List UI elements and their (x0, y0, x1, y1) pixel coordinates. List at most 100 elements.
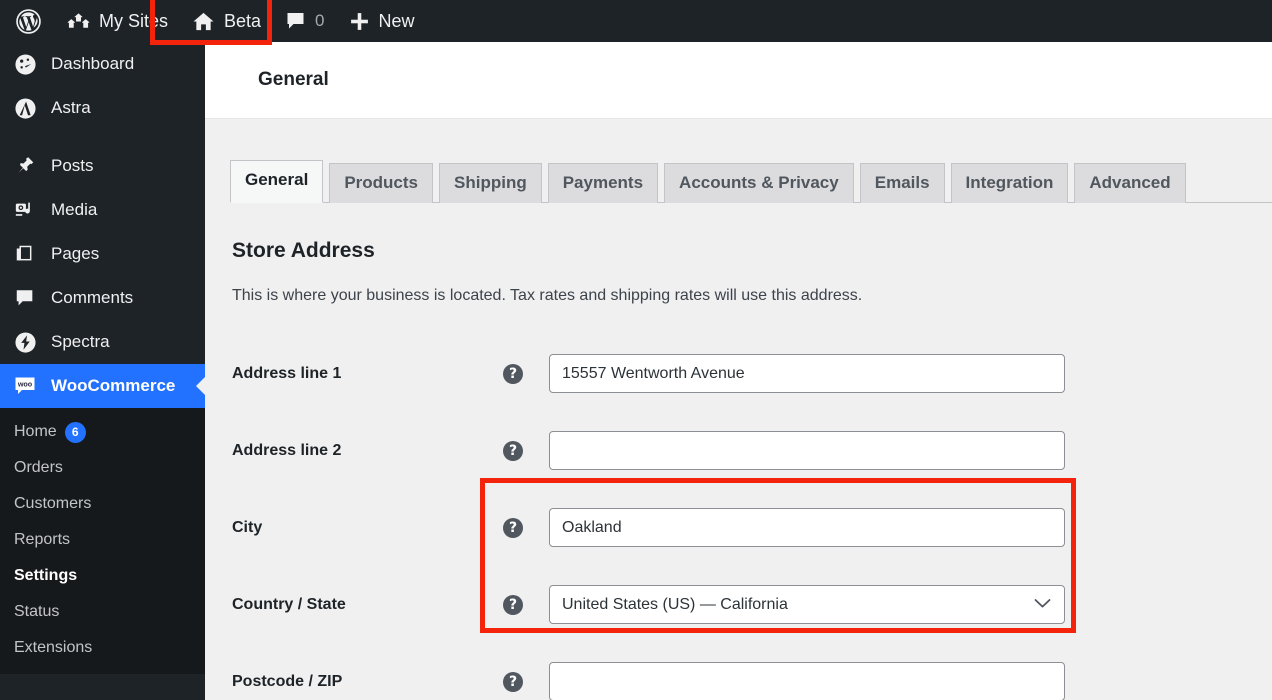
sidebar-item-label: Comments (51, 288, 134, 307)
field-value: 15557 Wentworth Avenue (562, 364, 745, 382)
form-row-country-state: Country / State ? United States (US) — C… (230, 566, 1272, 643)
city-input[interactable]: Oakland (549, 508, 1065, 547)
sidebar-item-label: Spectra (51, 332, 110, 351)
help-icon[interactable]: ? (503, 594, 523, 615)
adminbar-site-name[interactable]: Beta (180, 0, 273, 42)
submenu-item-label: Home (14, 423, 57, 440)
sidebar-item-label: Media (51, 200, 98, 219)
tab-general[interactable]: General (230, 159, 324, 203)
adminbar-new-content[interactable]: New (337, 0, 427, 42)
sidebar-item-label: Dashboard (51, 54, 135, 73)
field-label: Country / State (232, 595, 346, 613)
woocommerce-submenu: Home 6 Orders Customers Reports Settings… (0, 408, 205, 674)
plus-icon (349, 11, 370, 32)
tab-label: Advanced (1089, 172, 1171, 192)
screen: My Sites Beta 0 New Dashboard Astra Post… (0, 0, 1272, 700)
country-state-select[interactable]: United States (US) — California (549, 585, 1065, 624)
submenu-item-home[interactable]: Home 6 (0, 414, 205, 450)
submenu-item-label: Reports (14, 531, 71, 548)
field-label: City (232, 518, 263, 536)
tab-label: Products (344, 172, 418, 192)
sidebar-item-dashboard[interactable]: Dashboard (0, 42, 205, 86)
submenu-item-extensions[interactable]: Extensions (0, 630, 205, 666)
form-row-address-line-1: Address line 1 ? 15557 Wentworth Avenue (230, 335, 1272, 412)
tab-label: Accounts & Privacy (679, 172, 839, 192)
sidebar-item-media[interactable]: Media (0, 188, 205, 232)
store-address-description: This is where your business is located. … (232, 287, 863, 304)
tab-payments[interactable]: Payments (547, 162, 659, 203)
adminbar-new-label: New (378, 10, 415, 31)
comment-icon (12, 285, 38, 311)
adminbar-my-sites-label: My Sites (99, 10, 169, 31)
sidebar-item-label: Posts (51, 156, 94, 175)
sidebar-item-posts[interactable]: Posts (0, 144, 205, 188)
sidebar-item-woocommerce[interactable]: woo WooCommerce (0, 364, 206, 408)
submenu-item-customers[interactable]: Customers (0, 486, 205, 522)
submenu-item-settings[interactable]: Settings (0, 558, 205, 594)
tab-emails[interactable]: Emails (859, 162, 945, 203)
admin-bar: My Sites Beta 0 New (0, 0, 1272, 42)
chevron-down-icon (1034, 596, 1051, 614)
submenu-item-orders[interactable]: Orders (0, 450, 205, 486)
home-icon (192, 11, 215, 32)
tab-label: Shipping (454, 172, 527, 192)
spectra-icon (12, 329, 38, 355)
media-icon (12, 197, 38, 223)
svg-text:woo: woo (17, 380, 33, 389)
tab-integration[interactable]: Integration (950, 162, 1069, 203)
adminbar-my-sites[interactable]: My Sites (55, 0, 180, 42)
submenu-item-reports[interactable]: Reports (0, 522, 205, 558)
home-badge-count: 6 (64, 421, 86, 443)
settings-tabs: General Products Shipping Payments Accou… (230, 119, 1272, 203)
tab-label: General (245, 169, 309, 189)
help-icon[interactable]: ? (503, 363, 523, 384)
submenu-item-label: Settings (14, 567, 78, 584)
dashboard-icon (12, 51, 38, 77)
form-row-city: City ? Oakland (230, 489, 1272, 566)
woocommerce-icon: woo (12, 373, 38, 399)
sidebar-item-label: Pages (51, 244, 100, 263)
sidebar-item-label: Astra (51, 98, 91, 117)
submenu-item-label: Extensions (14, 639, 93, 656)
tab-shipping[interactable]: Shipping (439, 162, 542, 203)
help-icon[interactable]: ? (503, 671, 523, 692)
admin-sidebar: Dashboard Astra Posts Media Pages Commen… (0, 42, 206, 700)
help-icon[interactable]: ? (503, 440, 523, 461)
postcode-zip-input[interactable] (549, 662, 1065, 700)
pages-icon (12, 241, 38, 267)
address-line-2-input[interactable] (549, 431, 1065, 470)
sidebar-item-pages[interactable]: Pages (0, 232, 205, 276)
submenu-item-label: Orders (14, 459, 63, 476)
field-label: Address line 1 (232, 364, 342, 382)
sidebar-item-spectra[interactable]: Spectra (0, 320, 205, 364)
address-line-1-input[interactable]: 15557 Wentworth Avenue (549, 354, 1065, 393)
field-value: United States (US) — California (562, 595, 788, 613)
settings-content: General Products Shipping Payments Accou… (205, 119, 1272, 700)
main-content: General General Products Shipping Paymen… (205, 42, 1272, 700)
help-icon[interactable]: ? (503, 517, 523, 538)
sidebar-item-comments[interactable]: Comments (0, 276, 205, 320)
store-address-form: Address line 1 ? 15557 Wentworth Avenue … (230, 335, 1272, 700)
adminbar-site-name-label: Beta (224, 10, 262, 31)
tab-products[interactable]: Products (329, 162, 433, 203)
wordpress-icon (16, 8, 41, 34)
adminbar-comments[interactable]: 0 (273, 0, 336, 42)
adminbar-comments-count: 0 (315, 11, 325, 30)
tab-label: Payments (562, 172, 644, 192)
tab-label: Emails (874, 172, 930, 192)
field-label: Address line 2 (232, 441, 342, 459)
pin-icon (12, 153, 38, 179)
active-menu-arrow (196, 376, 206, 396)
adminbar-wp-logo[interactable] (0, 0, 55, 42)
field-value: Oakland (562, 518, 622, 536)
field-label: Postcode / ZIP (232, 672, 343, 690)
tab-advanced[interactable]: Advanced (1074, 162, 1186, 203)
store-address-title: Store Address (232, 239, 375, 262)
sidebar-item-astra[interactable]: Astra (0, 86, 205, 130)
submenu-item-label: Customers (14, 495, 92, 512)
sidebar-separator (0, 130, 205, 144)
form-row-postcode-zip: Postcode / ZIP ? (230, 643, 1272, 700)
tab-accounts-privacy[interactable]: Accounts & Privacy (664, 162, 854, 203)
page-title: General (258, 69, 329, 90)
submenu-item-status[interactable]: Status (0, 594, 205, 630)
